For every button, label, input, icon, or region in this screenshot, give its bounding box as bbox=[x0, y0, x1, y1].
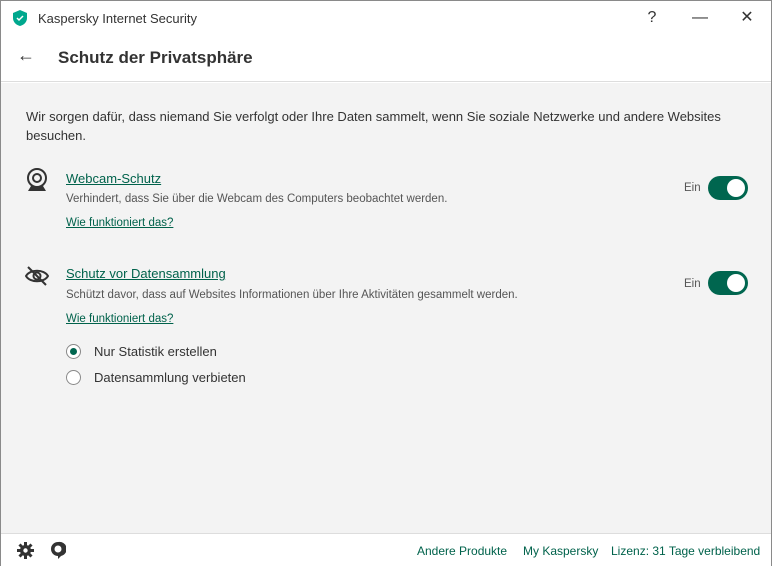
license-link[interactable]: Lizenz: 31 Tage verbleibend bbox=[611, 544, 760, 558]
radio-block-collection-label[interactable]: Datensammlung verbieten bbox=[94, 370, 246, 385]
kaspersky-shield-icon bbox=[13, 10, 27, 26]
footer: Andere Produkte My Kaspersky Lizenz: 31 … bbox=[1, 533, 771, 566]
data-collection-desc: Schützt davor, dass auf Websites Informa… bbox=[66, 289, 518, 301]
radio-block-collection[interactable] bbox=[66, 370, 81, 385]
data-collection-how-it-works-link[interactable]: Wie funktioniert das? bbox=[66, 313, 173, 325]
radio-statistics-only-label[interactable]: Nur Statistik erstellen bbox=[94, 344, 217, 359]
minimize-button[interactable]: — bbox=[685, 5, 715, 31]
webcam-protection-desc: Verhindert, dass Sie über die Webcam des… bbox=[66, 193, 448, 205]
my-kaspersky-link[interactable]: My Kaspersky bbox=[523, 544, 598, 558]
webcam-state-label: Ein bbox=[684, 182, 701, 194]
webcam-icon bbox=[27, 168, 47, 191]
webcam-toggle[interactable] bbox=[708, 176, 748, 200]
settings-gear-icon[interactable] bbox=[17, 542, 34, 559]
other-products-link[interactable]: Andere Produkte bbox=[417, 544, 507, 558]
data-collection-state-label: Ein bbox=[684, 278, 701, 290]
eye-crossed-icon bbox=[25, 266, 49, 286]
help-button[interactable]: ? bbox=[637, 5, 667, 31]
page-header: ← Schutz der Privatsphäre bbox=[1, 35, 771, 82]
app-window: Kaspersky Internet Security ? — ✕ ← Schu… bbox=[0, 0, 772, 566]
page-title: Schutz der Privatsphäre bbox=[58, 48, 253, 67]
intro-text: Wir sorgen dafür, dass niemand Sie verfo… bbox=[26, 109, 721, 143]
content-area: Wir sorgen dafür, dass niemand Sie verfo… bbox=[1, 83, 771, 533]
close-button[interactable]: ✕ bbox=[732, 5, 762, 31]
support-icon[interactable] bbox=[50, 541, 66, 560]
title-bar: Kaspersky Internet Security ? — ✕ bbox=[1, 1, 771, 35]
app-title: Kaspersky Internet Security bbox=[38, 11, 197, 26]
data-collection-toggle[interactable] bbox=[708, 271, 748, 295]
back-arrow-icon[interactable]: ← bbox=[17, 45, 35, 66]
radio-statistics-only[interactable] bbox=[66, 344, 81, 359]
data-collection-protection-link[interactable]: Schutz vor Datensammlung bbox=[66, 266, 226, 281]
webcam-how-it-works-link[interactable]: Wie funktioniert das? bbox=[66, 217, 173, 229]
webcam-protection-link[interactable]: Webcam-Schutz bbox=[66, 171, 161, 186]
